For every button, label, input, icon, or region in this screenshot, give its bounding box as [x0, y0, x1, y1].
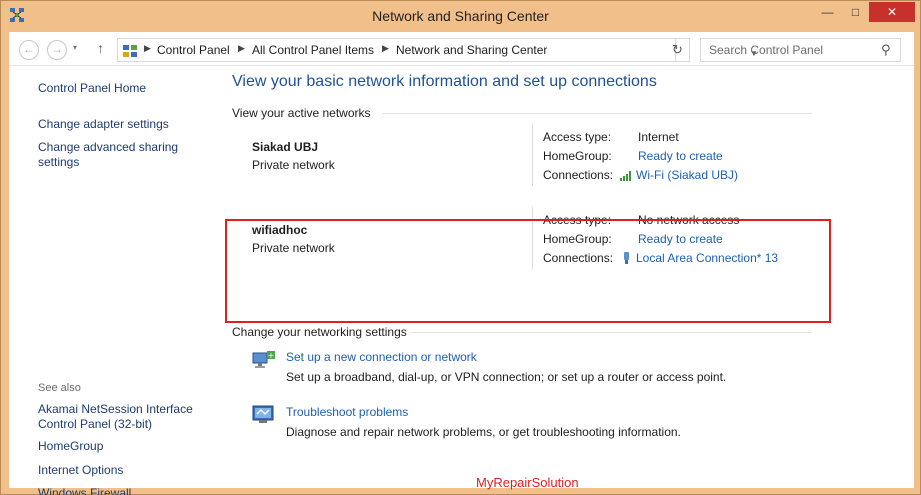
- sidebar-link-adapter-settings[interactable]: Change adapter settings: [38, 117, 208, 132]
- divider: [411, 332, 812, 333]
- sidebar: Control Panel Home Change adapter settin…: [9, 66, 214, 495]
- divider: [532, 124, 533, 186]
- recent-locations-button[interactable]: ▾: [73, 43, 77, 52]
- refresh-button[interactable]: ↻: [666, 38, 690, 62]
- arrow-up-icon: ↑: [97, 40, 104, 56]
- access-type-label: Access type:: [543, 130, 612, 144]
- connection-link[interactable]: Wi-Fi (Siakad UBJ): [620, 168, 738, 182]
- search-icon[interactable]: ⚲: [881, 42, 891, 58]
- breadcrumb[interactable]: ▶ Control Panel ▶ All Control Panel Item…: [117, 38, 758, 62]
- new-connection-icon[interactable]: +: [251, 349, 279, 375]
- forward-button[interactable]: →: [47, 40, 67, 60]
- chevron-right-icon[interactable]: ▶: [144, 43, 151, 54]
- sidebar-link-control-panel-home[interactable]: Control Panel Home: [38, 81, 208, 96]
- network-type[interactable]: Private network: [252, 158, 335, 172]
- title-bar[interactable]: Network and Sharing Center — □ ✕: [1, 1, 920, 31]
- highlight-box: [225, 219, 831, 323]
- change-settings-heading: Change your networking settings: [232, 325, 407, 339]
- setup-connection-link[interactable]: Set up a new connection or network: [286, 350, 477, 364]
- search-placeholder: Search Control Panel: [709, 43, 824, 57]
- refresh-icon: ↻: [672, 42, 683, 57]
- see-also-heading: See also: [38, 382, 81, 394]
- sidebar-link-internet-options[interactable]: Internet Options: [38, 463, 208, 478]
- sidebar-link-windows-firewall[interactable]: Windows Firewall: [38, 486, 208, 495]
- access-type-value: Internet: [638, 130, 679, 144]
- troubleshoot-link[interactable]: Troubleshoot problems: [286, 405, 408, 419]
- watermark: MyRepairSolution: [476, 475, 579, 490]
- breadcrumb-all-items[interactable]: All Control Panel Items: [252, 43, 374, 57]
- search-input[interactable]: Search Control Panel ⚲: [700, 38, 901, 62]
- chevron-right-icon[interactable]: ▶: [382, 43, 389, 54]
- main-content: View your basic network information and …: [214, 66, 914, 490]
- connection-name[interactable]: Wi-Fi (Siakad UBJ): [636, 168, 738, 182]
- maximize-button[interactable]: □: [842, 2, 869, 22]
- sidebar-link-advanced-sharing[interactable]: Change advanced sharing settings: [38, 140, 198, 170]
- homegroup-label: HomeGroup:: [543, 149, 612, 163]
- address-bar: ← → ▾ ↑ ▶ Control Panel ▶ All Control Pa…: [9, 32, 914, 66]
- divider: [382, 113, 812, 114]
- svg-text:+: +: [268, 351, 275, 360]
- connections-label: Connections:: [543, 168, 614, 182]
- arrow-right-icon: →: [51, 42, 63, 56]
- minimize-button[interactable]: —: [814, 2, 841, 22]
- client-area: ← → ▾ ↑ ▶ Control Panel ▶ All Control Pa…: [9, 32, 914, 495]
- active-networks-heading: View your active networks: [232, 106, 371, 120]
- up-button[interactable]: ↑: [97, 40, 104, 56]
- window-title: Network and Sharing Center: [372, 8, 549, 24]
- troubleshoot-icon[interactable]: [251, 404, 279, 430]
- breadcrumb-control-panel[interactable]: Control Panel: [157, 43, 230, 57]
- troubleshoot-description: Diagnose and repair network problems, or…: [286, 425, 681, 439]
- sidebar-link-homegroup[interactable]: HomeGroup: [38, 439, 208, 454]
- arrow-left-icon: ←: [23, 42, 35, 56]
- control-panel-icon: [123, 45, 137, 57]
- homegroup-link[interactable]: Ready to create: [638, 149, 723, 163]
- setup-connection-description: Set up a broadband, dial-up, or VPN conn…: [286, 370, 727, 384]
- close-button[interactable]: ✕: [869, 2, 915, 22]
- window: Network and Sharing Center — □ ✕ ← → ▾ ↑…: [0, 0, 921, 495]
- chevron-right-icon[interactable]: ▶: [238, 43, 245, 54]
- breadcrumb-network-center[interactable]: Network and Sharing Center: [396, 43, 547, 57]
- back-button[interactable]: ←: [19, 40, 39, 60]
- page-title: View your basic network information and …: [232, 73, 657, 90]
- sidebar-link-akamai[interactable]: Akamai NetSession Interface Control Pane…: [38, 402, 203, 432]
- wifi-signal-icon: [620, 171, 631, 181]
- network-name: Siakad UBJ: [252, 140, 319, 154]
- chevron-down-icon: ▾: [73, 43, 78, 52]
